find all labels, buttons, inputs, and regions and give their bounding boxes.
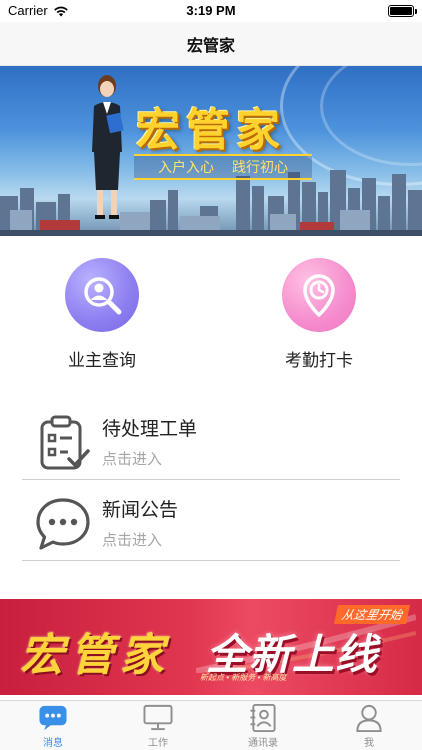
status-time: 3:19 PM [186, 3, 236, 18]
message-icon [39, 705, 67, 731]
status-bar: Carrier 3:19 PM [0, 0, 422, 22]
bottom-banner-tagline: 新起点 • 新服务 • 新高度 [200, 673, 287, 682]
search-user-icon [65, 258, 139, 332]
contacts-icon [250, 703, 276, 732]
tab-work[interactable]: 工作 [123, 703, 193, 749]
top-banner[interactable]: 宏管家 入户入心 践行初心 [0, 66, 422, 236]
nav-bar: 宏管家 [0, 22, 422, 66]
chat-bubble-icon [36, 498, 90, 550]
tab-bar: 消息 工作 通讯录 我 [0, 700, 422, 750]
monitor-icon [143, 704, 173, 731]
person-icon [356, 704, 382, 732]
list-item-pending-orders[interactable]: 待处理工单 点击进入 [22, 400, 400, 480]
list-item-title: 待处理工单 [102, 419, 198, 440]
tab-messages[interactable]: 消息 [18, 703, 88, 749]
list-item-title: 新闻公告 [102, 500, 179, 521]
clipboard-checklist-icon [40, 415, 90, 470]
slogan-left: 入户入心 [158, 159, 214, 175]
page-title: 宏管家 [186, 37, 235, 55]
tab-label: 工作 [148, 738, 168, 749]
quick-action-label: 考勤打卡 [285, 351, 353, 370]
banner-brand: 宏管家 [136, 94, 286, 158]
tab-me[interactable]: 我 [334, 703, 404, 749]
quick-action-owner-query[interactable]: 业主查询 [42, 258, 162, 371]
battery-icon [388, 5, 417, 17]
tab-label: 消息 [43, 738, 63, 749]
tab-contacts[interactable]: 通讯录 [228, 703, 298, 749]
tab-label: 我 [364, 738, 374, 749]
list-item-news[interactable]: 新闻公告 点击进入 [22, 481, 400, 561]
receptionist-illustration [92, 75, 124, 219]
slogan-right: 践行初心 [232, 159, 288, 175]
bottom-banner[interactable]: 宏管家 从这里开始 全新上线 新起点 • 新服务 • 新高度 [0, 599, 422, 695]
quick-action-label: 业主查询 [68, 351, 136, 370]
location-clock-icon [282, 258, 356, 332]
bottom-banner-brand: 宏管家 [20, 630, 170, 681]
list-item-subtitle: 点击进入 [102, 532, 163, 549]
banner-slogan: 入户入心 践行初心 [134, 154, 312, 180]
quick-action-attendance[interactable]: 考勤打卡 [259, 258, 379, 371]
list-item-subtitle: 点击进入 [102, 451, 163, 468]
tab-label: 通讯录 [248, 738, 278, 749]
banner-brand-text: 宏管家 [136, 105, 286, 156]
